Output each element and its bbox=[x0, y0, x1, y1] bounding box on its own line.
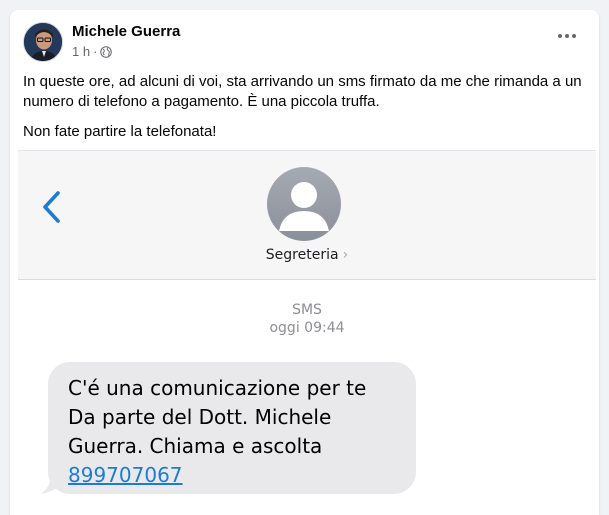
globe-icon[interactable] bbox=[100, 45, 113, 58]
meta-separator: · bbox=[93, 44, 98, 59]
sms-message-bubble: C'é una comunicazione per te Da parte de… bbox=[48, 362, 416, 494]
post-meta: 1 h · bbox=[72, 44, 113, 59]
message-line: Da parte del Dott. Michele bbox=[68, 405, 332, 429]
sms-conversation-header: Segreteria › bbox=[18, 151, 596, 280]
facebook-post-card: Michele Guerra 1 h · In queste ore, ad a… bbox=[10, 10, 599, 515]
message-line: Guerra. Chiama e ascolta bbox=[68, 434, 323, 458]
message-line: C'é una comunicazione per te bbox=[68, 376, 367, 400]
sms-timestamp-block: SMS oggi 09:44 bbox=[18, 301, 596, 337]
post-body: In queste ore, ad alcuni di voi, sta arr… bbox=[23, 72, 588, 152]
person-icon bbox=[267, 167, 341, 241]
post-time[interactable]: 1 h bbox=[72, 44, 90, 59]
avatar-portrait-icon bbox=[24, 23, 62, 61]
more-options-icon[interactable] bbox=[555, 26, 579, 46]
sms-timestamp: oggi 09:44 bbox=[269, 320, 345, 336]
author-name[interactable]: Michele Guerra bbox=[72, 23, 180, 40]
phone-number-link[interactable]: 899707067 bbox=[68, 461, 398, 490]
contact-arrow: › bbox=[342, 247, 349, 263]
sms-channel-label: SMS bbox=[292, 302, 322, 318]
post-paragraph: Non fate partire la telefonata! bbox=[23, 123, 217, 140]
chevron-left-icon bbox=[43, 191, 60, 223]
contact-name: Segreteria › bbox=[18, 247, 596, 263]
author-avatar[interactable] bbox=[23, 22, 63, 62]
sms-screenshot-image[interactable]: Segreteria › SMS oggi 09:44 C'é una comun… bbox=[18, 150, 596, 515]
contact-name-label: Segreteria bbox=[265, 247, 339, 263]
post-paragraph: In queste ore, ad alcuni di voi, sta arr… bbox=[23, 73, 582, 110]
